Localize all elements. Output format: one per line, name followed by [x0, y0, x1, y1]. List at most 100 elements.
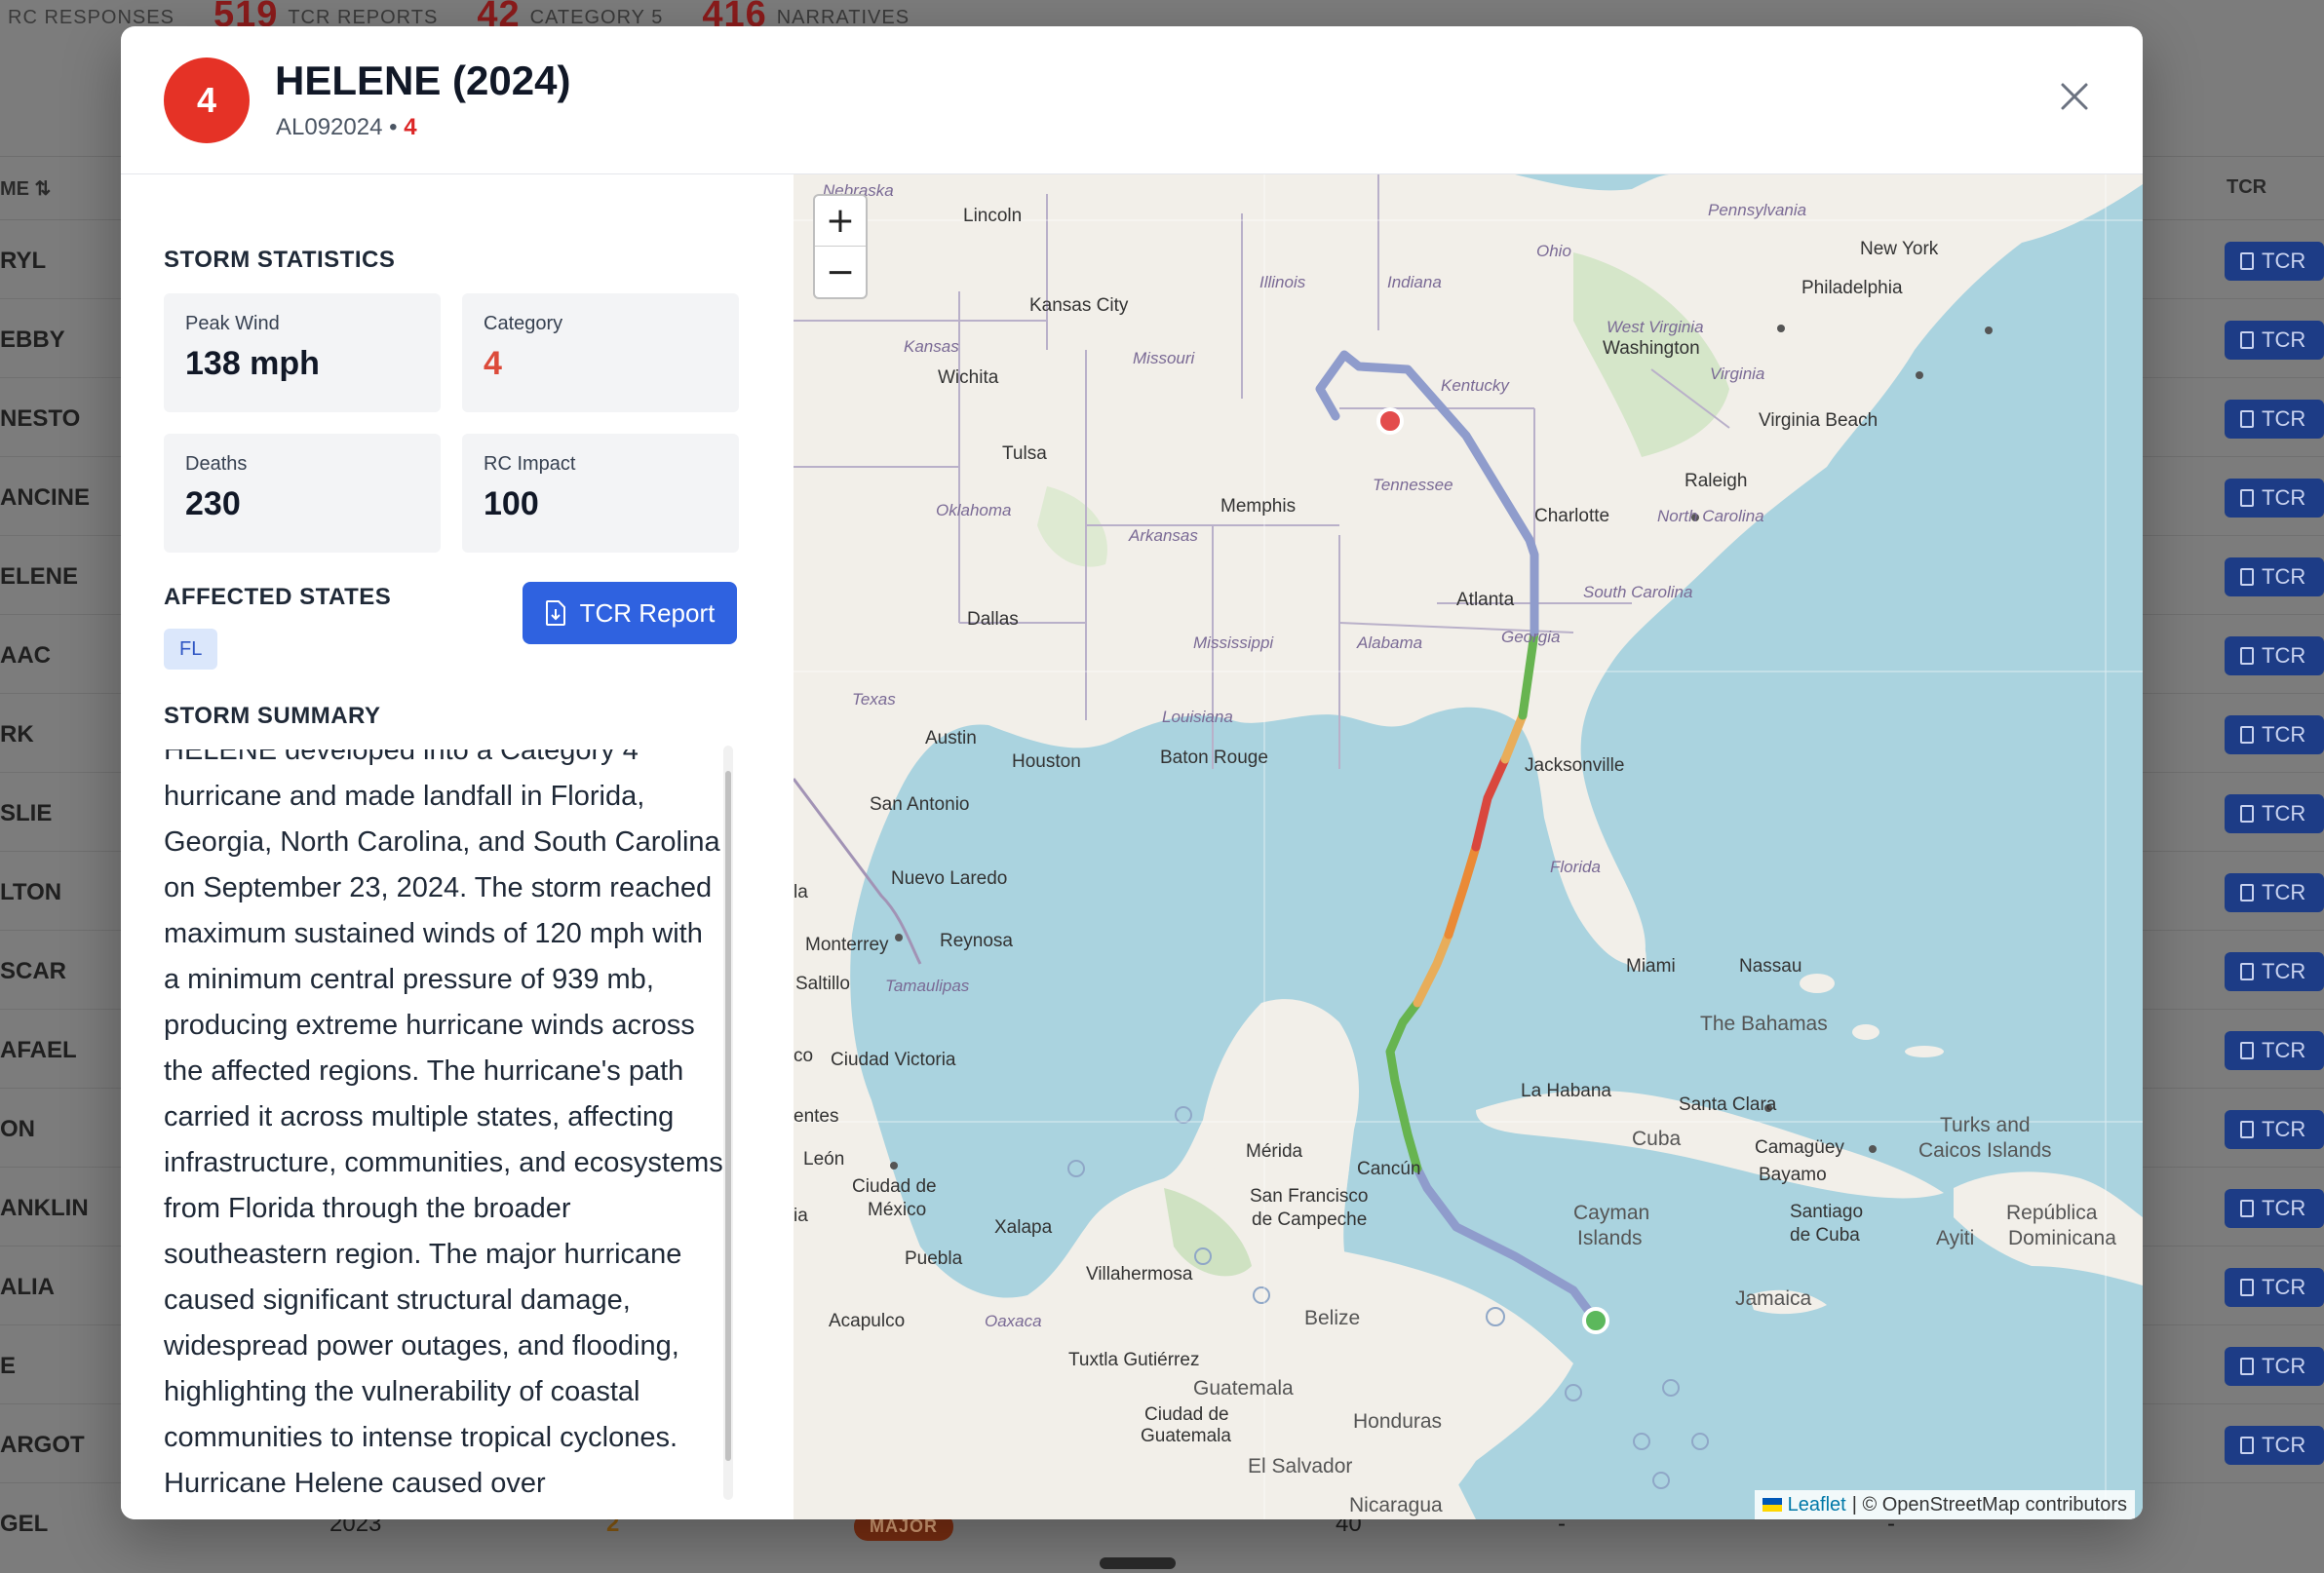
document-icon: [2240, 647, 2254, 665]
document-icon: [2240, 410, 2254, 428]
map-label-jacksonville: Jacksonville: [1525, 755, 1624, 776]
row-tcr-button[interactable]: TCR: [2225, 1189, 2324, 1228]
row-tcr-button[interactable]: TCR: [2225, 715, 2324, 754]
document-icon: [2240, 331, 2254, 349]
row-storm-name: AAC: [0, 642, 51, 669]
row-storm-name: SLIE: [0, 800, 53, 826]
map-label-kentucky: Kentucky: [1441, 376, 1510, 395]
map-label-wichita: Wichita: [938, 367, 999, 388]
map-label-el-salvador: El Salvador: [1248, 1455, 1352, 1477]
tcr-report-button[interactable]: TCR Report: [523, 582, 737, 644]
row-tcr-button[interactable]: TCR: [2225, 1031, 2324, 1070]
map-label-texas: Texas: [852, 690, 896, 709]
document-icon: [2240, 884, 2254, 902]
storm-id: AL092024: [276, 114, 383, 140]
row-storm-name: ALIA: [0, 1274, 55, 1300]
separator-dot: •: [389, 114, 398, 140]
map-label-merida: Mérida: [1246, 1141, 1303, 1162]
map-label-ia: ia: [794, 1206, 808, 1226]
storm-summary-scroll[interactable]: HELENE developed into a Category 4 hurri…: [164, 749, 739, 1500]
drag-handle[interactable]: [1100, 1557, 1176, 1569]
row-storm-name: ANKLIN: [0, 1195, 89, 1221]
map-label-guatemala-city-1: Ciudad de: [1144, 1404, 1229, 1425]
map-label-houston: Houston: [1012, 751, 1081, 772]
leaflet-link[interactable]: Leaflet: [1788, 1494, 1846, 1516]
track-segment-cat4: [1471, 754, 1510, 852]
map-label-santa-clara: Santa Clara: [1679, 1094, 1777, 1115]
map-label-xalapa: Xalapa: [994, 1217, 1053, 1238]
row-tcr-button[interactable]: TCR: [2225, 557, 2324, 596]
row-tcr-label: TCR: [2262, 643, 2306, 668]
row-storm-name: ELENE: [0, 563, 79, 590]
bg-stat-rc-responses: RC RESPONSES: [8, 7, 174, 28]
map-label-west-virginia: West Virginia: [1607, 318, 1704, 336]
row-storm-name: ANCINE: [0, 484, 91, 511]
map-label-virginia-beach: Virginia Beach: [1759, 410, 1878, 431]
map-label-memphis: Memphis: [1220, 496, 1296, 517]
land-bahamas-1: [1800, 974, 1835, 993]
document-icon: [2240, 726, 2254, 744]
row-tcr-button[interactable]: TCR: [2225, 479, 2324, 518]
map-label-nassau: Nassau: [1739, 956, 1801, 977]
bg-stat-tcr-reports: 519 TCR REPORTS: [213, 0, 439, 29]
summary-scrollbar-thumb[interactable]: [725, 771, 731, 1461]
track-start-marker: [1582, 1307, 1609, 1334]
document-icon: [2240, 1279, 2254, 1296]
affected-states-title: AFFECTED STATES: [164, 584, 392, 610]
details-panel: STORM STATISTICS Peak Wind 138 mph Categ…: [121, 174, 794, 1519]
row-storm-name: ON: [0, 1116, 35, 1142]
row-tcr-button[interactable]: TCR: [2225, 321, 2324, 360]
row-storm-name: SCAR: [0, 958, 67, 984]
map-label-philadelphia: Philadelphia: [1801, 278, 1903, 298]
row-tcr-label: TCR: [2262, 1196, 2306, 1220]
map-label-monterrey: Monterrey: [805, 935, 889, 955]
storm-category: 4: [404, 114, 417, 140]
map-label-santiago-2: de Cuba: [1790, 1225, 1860, 1246]
row-tcr-label: TCR: [2262, 485, 2306, 510]
deaths-card: Deaths 230: [164, 434, 441, 553]
row-tcr-button[interactable]: TCR: [2225, 952, 2324, 991]
row-tcr-label: TCR: [2262, 406, 2306, 431]
row-tcr-button[interactable]: TCR: [2225, 794, 2324, 833]
map-label-arkansas: Arkansas: [1128, 526, 1198, 545]
zoom-out-button[interactable]: −: [815, 247, 866, 297]
close-icon: [2061, 83, 2088, 110]
map-label-oklahoma: Oklahoma: [936, 501, 1011, 519]
row-tcr-button[interactable]: TCR: [2225, 873, 2324, 912]
track-end-marker: [1376, 407, 1404, 435]
map-label-tulsa: Tulsa: [1002, 443, 1047, 464]
close-button[interactable]: [2051, 73, 2098, 120]
map-label-turks-1: Turks and: [1940, 1114, 2031, 1136]
map-label-leon: León: [803, 1149, 844, 1170]
category-card: Category 4: [462, 293, 739, 412]
row-tcr-button[interactable]: TCR: [2225, 1347, 2324, 1386]
map-label-sf-campeche-2: de Campeche: [1252, 1209, 1367, 1230]
map-label-la: la: [794, 882, 808, 902]
row-tcr-button[interactable]: TCR: [2225, 636, 2324, 675]
state-chip-fl: FL: [164, 629, 218, 670]
storm-track-map[interactable]: Nebraska Pennsylvania Lincoln Ohio New Y…: [794, 174, 2143, 1519]
peak-wind-label: Peak Wind: [185, 313, 280, 334]
zoom-in-button[interactable]: +: [815, 196, 866, 247]
row-tcr-button[interactable]: TCR: [2225, 1268, 2324, 1307]
map-label-dallas: Dallas: [967, 609, 1019, 630]
row-tcr-button[interactable]: TCR: [2225, 1426, 2324, 1465]
map-label-cancun: Cancún: [1357, 1159, 1421, 1179]
storm-title: HELENE (2024): [275, 58, 571, 103]
land-bahamas-3: [1905, 1046, 1944, 1057]
map-svg: Nebraska Pennsylvania Lincoln Ohio New Y…: [794, 174, 2143, 1519]
column-header-name[interactable]: ME ⇅: [0, 176, 51, 201]
map-label-acapulco: Acapulco: [829, 1311, 905, 1331]
row-tcr-button[interactable]: TCR: [2225, 1110, 2324, 1149]
map-label-lincoln: Lincoln: [963, 206, 1022, 226]
track-segment-cat1-1: [1413, 930, 1453, 1008]
zoom-control: + −: [813, 194, 868, 299]
map-label-cayman-2: Islands: [1577, 1227, 1643, 1249]
row-storm-name: AFAEL: [0, 1037, 77, 1063]
map-label-jamaica: Jamaica: [1735, 1287, 1812, 1310]
row-tcr-label: TCR: [2262, 959, 2306, 983]
row-tcr-button[interactable]: TCR: [2225, 400, 2324, 439]
column-header-tcr: TCR: [2227, 176, 2267, 198]
row-tcr-button[interactable]: TCR: [2225, 242, 2324, 281]
map-label-tuxtla: Tuxtla Gutiérrez: [1068, 1350, 1199, 1370]
